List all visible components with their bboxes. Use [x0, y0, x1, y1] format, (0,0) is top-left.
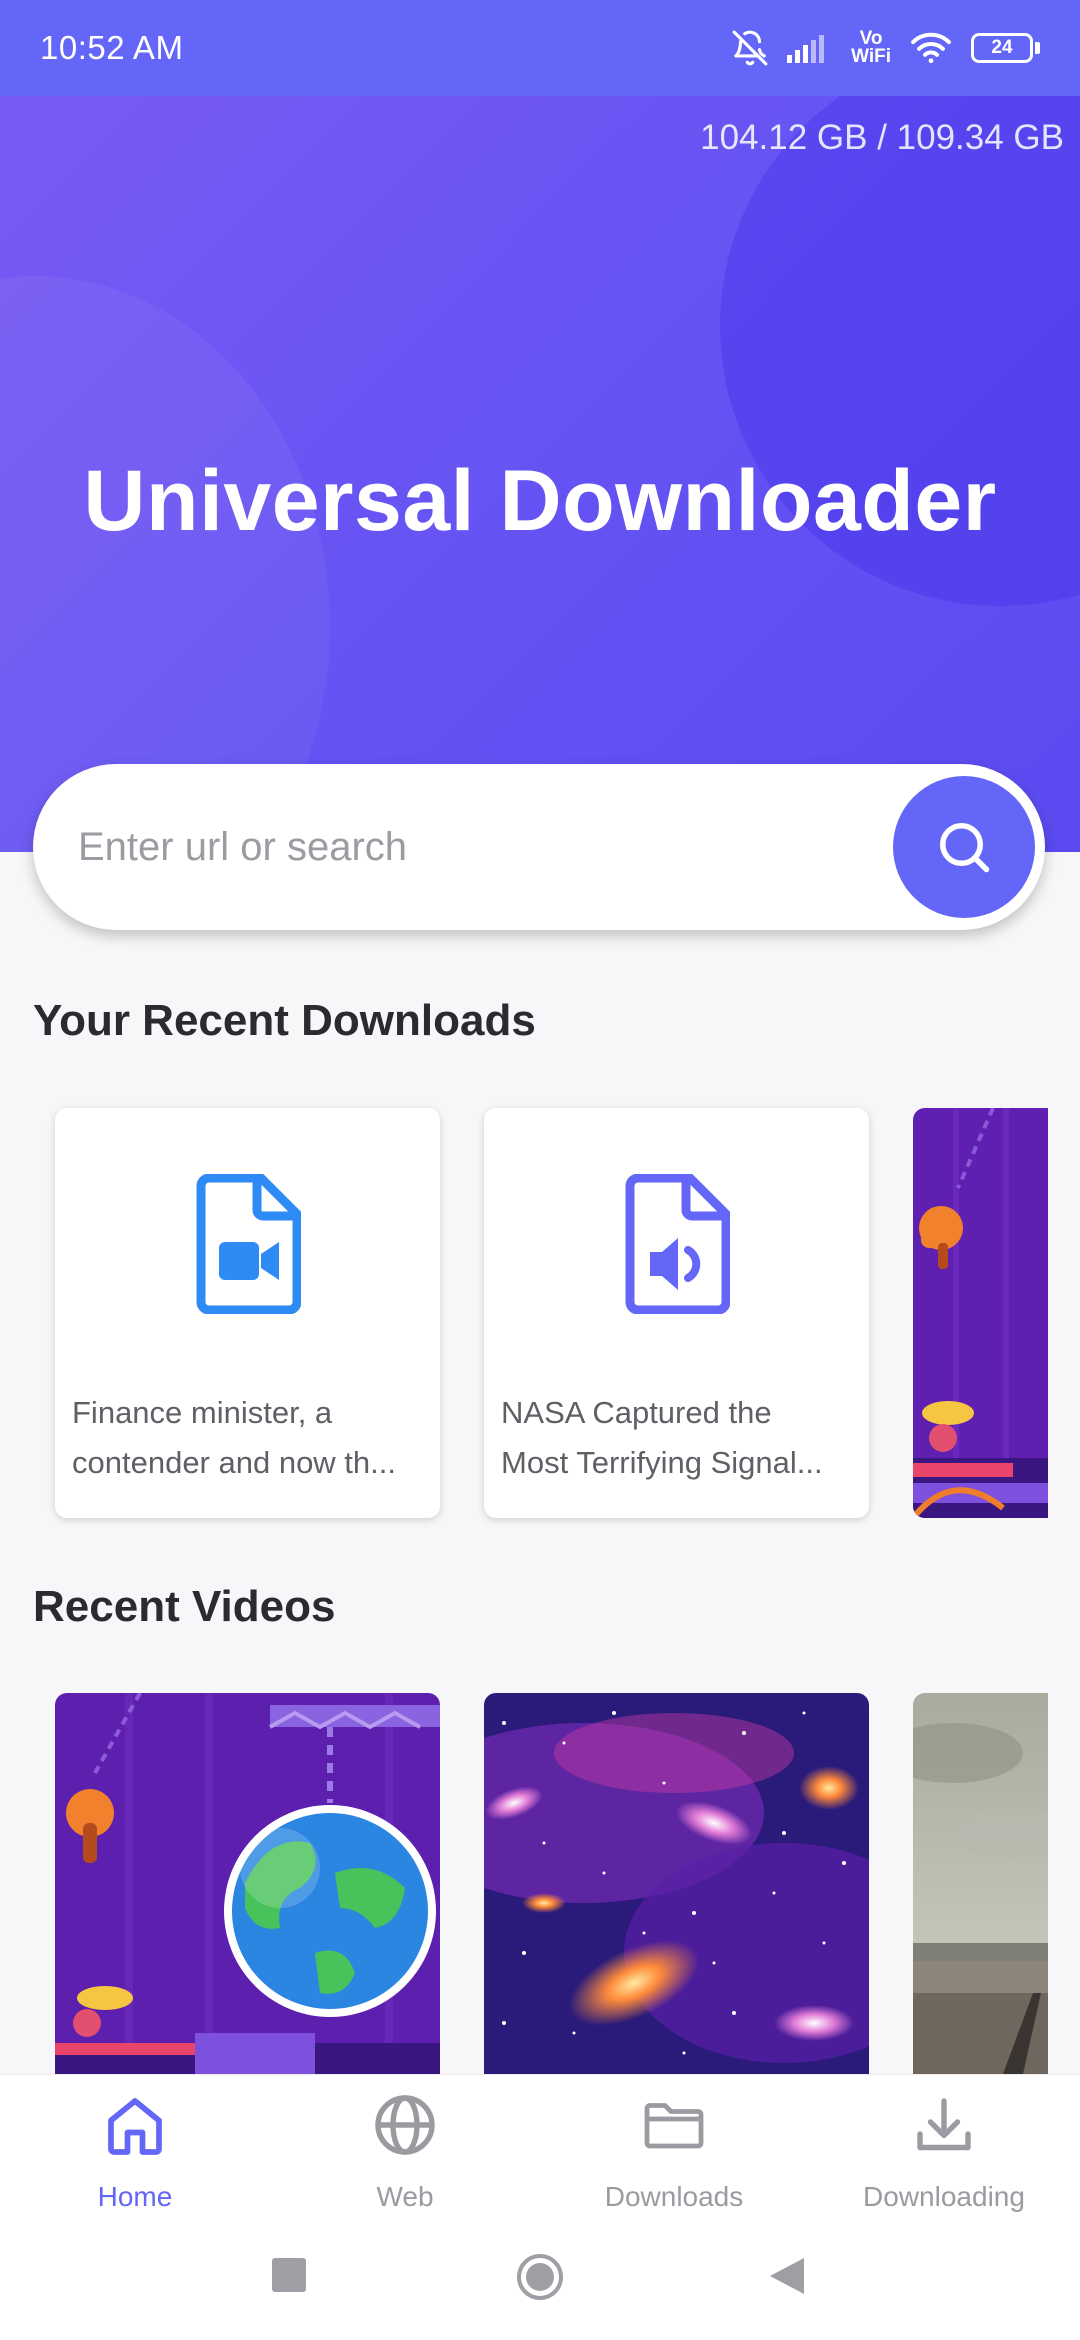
search-button[interactable]: [893, 776, 1035, 918]
download-card-thumbnail[interactable]: [913, 1108, 1048, 1518]
nav-downloads[interactable]: Downloads: [574, 2075, 774, 2215]
signal-icon: [787, 33, 833, 63]
download-card-title: NASA Captured the Most Terrifying Signal…: [501, 1395, 823, 1480]
mute-bell-icon: [731, 29, 769, 67]
search-icon: [940, 823, 990, 873]
app-title: Universal Downloader: [83, 453, 997, 549]
wifi-icon: [909, 31, 953, 65]
status-icons: Vo WiFi 24: [731, 29, 1040, 67]
battery-icon: 24: [971, 33, 1040, 63]
status-time: 10:52 AM: [40, 29, 184, 66]
video-file-icon: [196, 1174, 301, 1314]
nav-web[interactable]: Web: [305, 2075, 505, 2215]
home-button[interactable]: [515, 2252, 565, 2302]
recent-downloads-title: Your Recent Downloads: [33, 996, 536, 1045]
nav-home-label: Home: [97, 2181, 173, 2212]
bottom-nav: Home Web Downloads Downloading: [0, 2074, 1080, 2214]
system-nav-bar: [0, 2214, 1080, 2340]
nav-downloading[interactable]: Downloading: [844, 2075, 1044, 2215]
download-icon: [917, 2098, 971, 2151]
home-icon: [108, 2098, 162, 2155]
globe-icon: [375, 2095, 435, 2155]
status-bar: 10:52 AM Vo WiFi 24: [0, 0, 1080, 96]
download-card-title: Finance minister, a contender and now th…: [72, 1395, 397, 1480]
nav-home[interactable]: Home: [35, 2075, 235, 2215]
vowifi-icon: Vo WiFi: [851, 29, 891, 67]
nav-downloads-label: Downloads: [604, 2181, 744, 2212]
storage-usage: 104.12 GB / 109.34 GB: [700, 118, 1064, 157]
download-card[interactable]: NASA Captured the Most Terrifying Signal…: [484, 1108, 869, 1518]
audio-file-icon: [625, 1174, 730, 1314]
nav-web-label: Web: [376, 2181, 434, 2212]
folder-icon: [644, 2103, 704, 2149]
video-thumbnail-landscape[interactable]: [913, 1693, 1048, 2074]
nav-downloading-label: Downloading: [863, 2181, 1025, 2212]
vowifi-bottom: WiFi: [851, 46, 891, 67]
search-input[interactable]: Enter url or search: [78, 825, 407, 870]
recents-button[interactable]: [272, 2258, 306, 2292]
hero-header: 104.12 GB / 109.34 GB Universal Download…: [0, 96, 1080, 852]
back-button[interactable]: [770, 2258, 804, 2294]
recent-videos-title: Recent Videos: [33, 1582, 336, 1631]
video-thumbnail-earth[interactable]: [55, 1693, 440, 2074]
search-bar[interactable]: Enter url or search: [33, 764, 1045, 930]
download-card[interactable]: Finance minister, a contender and now th…: [55, 1108, 440, 1518]
battery-level: 24: [971, 33, 1033, 63]
video-thumbnail-galaxy[interactable]: [484, 1693, 869, 2074]
